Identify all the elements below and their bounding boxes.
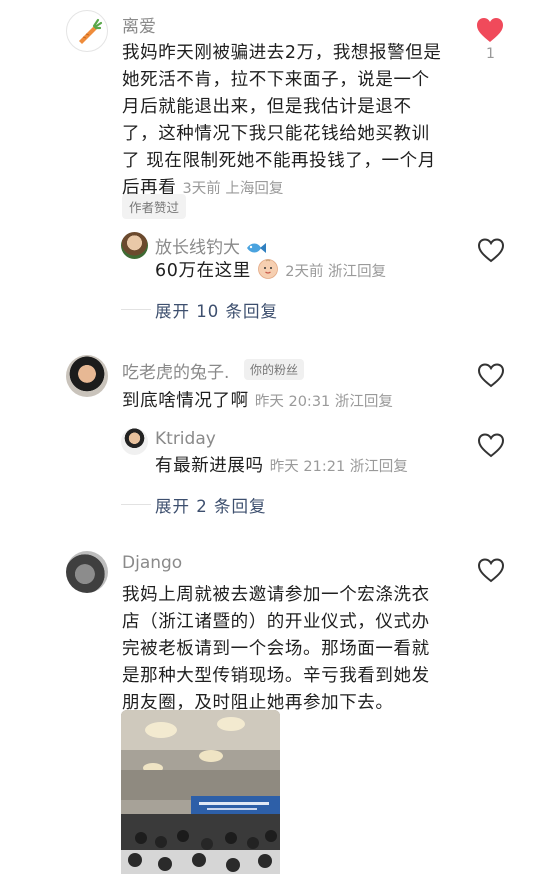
- comment-author[interactable]: 吃老虎的兔子.: [122, 358, 229, 383]
- heart-outline-icon[interactable]: [476, 431, 506, 459]
- fan-badge: 你的粉丝: [244, 359, 305, 380]
- comment-meta: 昨天 20:31 浙江: [254, 394, 364, 410]
- comment-line: 我妈上周就被去邀请参加一个宏涤洗衣: [122, 585, 430, 605]
- like-count: 1: [486, 46, 495, 62]
- avatar[interactable]: [66, 10, 108, 52]
- comment-meta: 3天前 上海: [182, 181, 255, 197]
- reply-author[interactable]: 放长线钓大: [155, 233, 267, 258]
- comment-line: 了 现在限制死她不能再投钱了，一个月: [122, 151, 436, 171]
- heart-filled-icon[interactable]: [475, 16, 505, 44]
- comment-author[interactable]: 离爱: [122, 12, 156, 37]
- comment-line: 店（浙江诸暨的）的开业仪式，仪式办: [122, 612, 430, 632]
- reply-text-content: 60万在这里: [155, 261, 251, 281]
- heart-outline-icon[interactable]: [476, 361, 506, 389]
- fish-emoji: [247, 243, 267, 253]
- comment-line: 了，这种情况下我只能花钱给她买教训: [122, 124, 430, 144]
- carrot-icon: [79, 18, 103, 44]
- comment-line: 我妈昨天刚被骗进去2万，我想报警但是: [122, 43, 442, 63]
- baby-emoji: [258, 259, 278, 279]
- comment-line: 完被老板请到一个会场。那场面一看就: [122, 639, 430, 659]
- comment-text-content: 到底啥情况了啊: [122, 391, 249, 411]
- reply-meta: 昨天 21:21 浙江: [269, 459, 379, 475]
- reply-text-content: 有最新进展吗: [155, 456, 264, 476]
- reply-author[interactable]: Ktriday: [155, 429, 216, 449]
- reply-button[interactable]: 回复: [357, 264, 386, 280]
- reply-author-name: 放长线钓大: [155, 238, 240, 258]
- reply-button[interactable]: 回复: [364, 394, 393, 410]
- reply-button[interactable]: 回复: [254, 181, 283, 197]
- author-liked-badge: 作者赞过: [122, 194, 187, 219]
- heart-outline-icon[interactable]: [476, 236, 506, 264]
- expand-replies-button[interactable]: 展开 10 条回复: [155, 298, 278, 322]
- avatar[interactable]: [66, 551, 108, 593]
- comment-line: 是那种大型传销现场。辛亏我看到她发: [122, 666, 430, 686]
- comment-text: 我妈昨天刚被骗进去2万，我想报警但是 她死活不肯，拉不下来面子，说是一个 月后就…: [122, 40, 467, 203]
- comment-line: 月后就能退出来，但是我估计是退不: [122, 97, 412, 117]
- comment-thread: 离爱 我妈昨天刚被骗进去2万，我想报警但是 她死活不肯，拉不下来面子，说是一个 …: [0, 0, 555, 874]
- expand-replies-button[interactable]: 展开 2 条回复: [155, 493, 267, 517]
- reply-text: 60万在这里 2天前 浙江回复: [155, 258, 455, 286]
- heart-outline-icon[interactable]: [476, 556, 506, 584]
- comment-text: 到底啥情况了啊 昨天 20:31 浙江回复: [122, 388, 467, 416]
- comment-author[interactable]: Django: [122, 553, 182, 573]
- comment-text: 我妈上周就被去邀请参加一个宏涤洗衣 店（浙江诸暨的）的开业仪式，仪式办 完被老板…: [122, 582, 467, 717]
- reply-meta: 2天前 浙江: [285, 264, 358, 280]
- avatar[interactable]: [121, 428, 148, 455]
- divider: [121, 504, 151, 505]
- avatar[interactable]: [66, 355, 108, 397]
- reply-button[interactable]: 回复: [379, 459, 408, 475]
- event-hall-photo: [121, 710, 280, 874]
- comment-line: 她死活不肯，拉不下来面子，说是一个: [122, 70, 430, 90]
- reply-text: 有最新进展吗 昨天 21:21 浙江回复: [155, 453, 465, 481]
- divider: [121, 309, 151, 310]
- avatar[interactable]: [121, 232, 148, 259]
- comment-image[interactable]: [121, 710, 280, 874]
